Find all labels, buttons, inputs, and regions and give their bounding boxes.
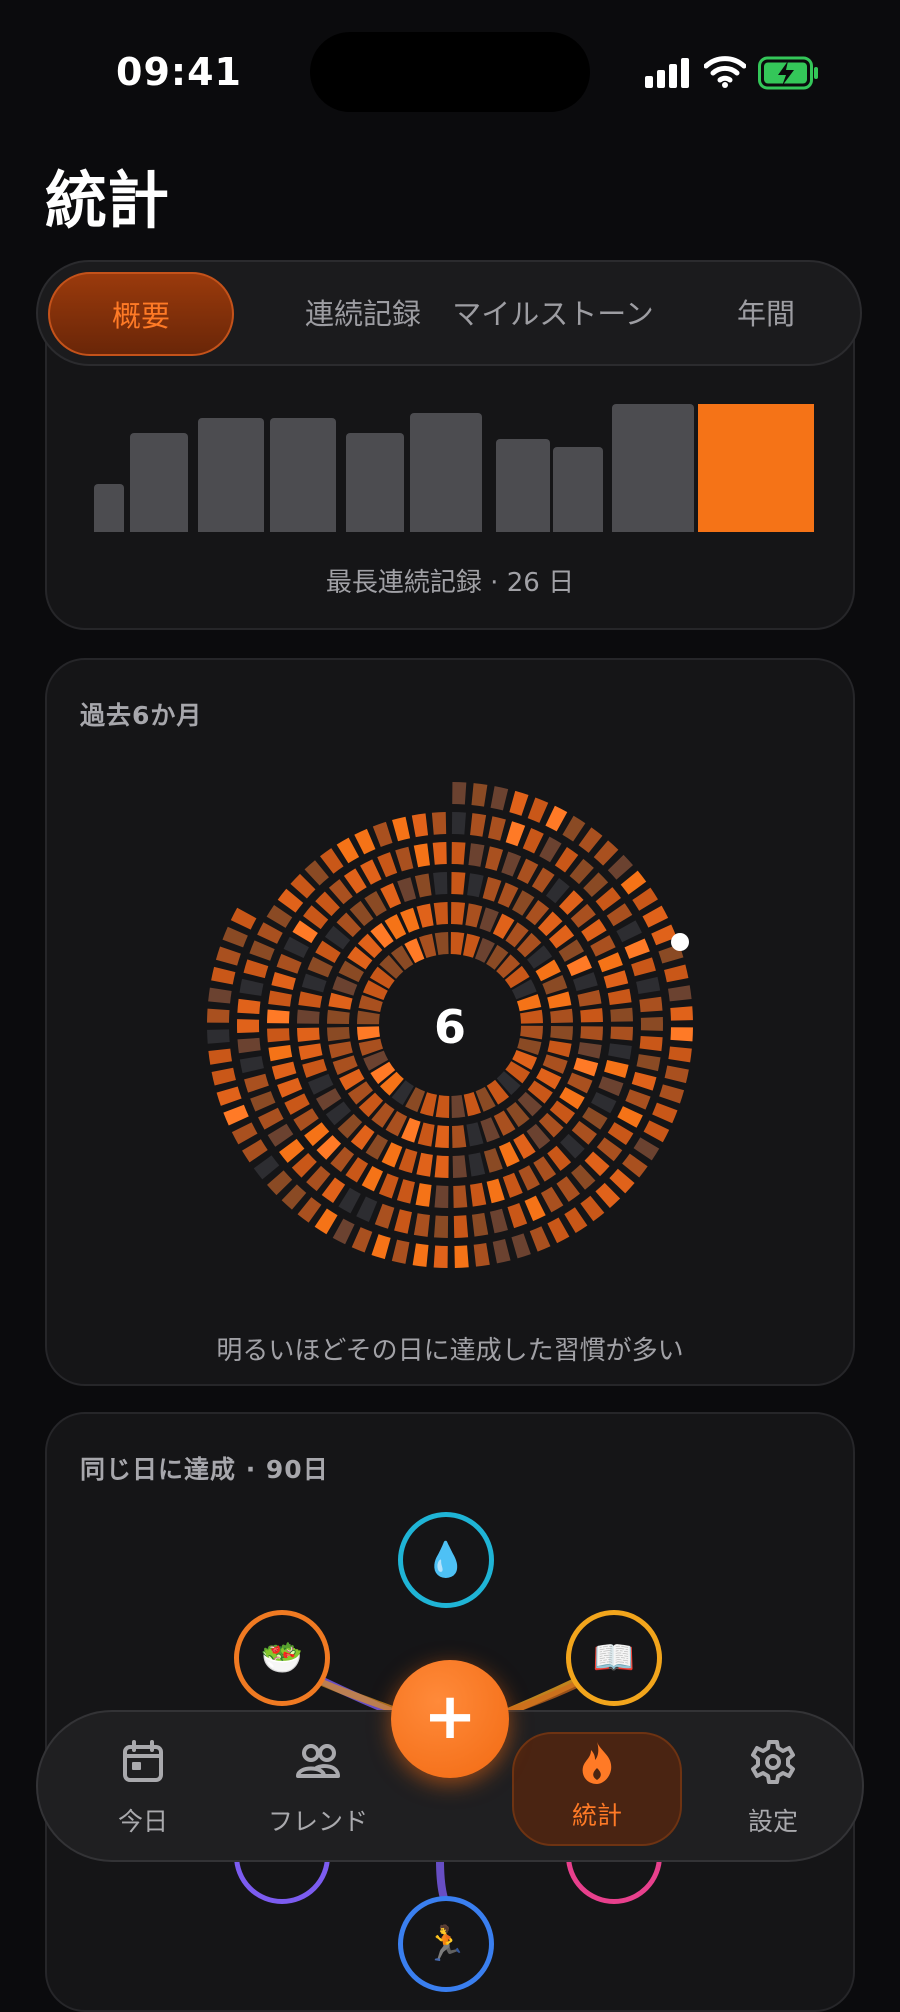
salad-icon: 🥗 [260,1638,304,1678]
habit-node-running[interactable]: 🏃 [398,1896,494,1992]
habit-node-salad[interactable]: 🥗 [234,1610,330,1706]
friends-icon [296,1744,340,1778]
nav-today[interactable]: 今日 [78,1712,208,1864]
habit-node-water[interactable]: 💧 [398,1512,494,1608]
gear-icon [751,1740,795,1784]
water-drop-icon: 💧 [424,1540,468,1580]
plus-icon: + [423,1680,477,1754]
nav-label: 今日 [117,1807,168,1836]
nav-stats[interactable]: 統計 [512,1732,682,1846]
habit-node-book[interactable]: 📖 [566,1610,662,1706]
calendar-icon [123,1740,163,1782]
nav-label: フレンド [267,1807,368,1836]
nav-label: 設定 [747,1807,798,1836]
flame-icon [582,1742,612,1784]
book-icon: 📖 [592,1638,636,1678]
running-icon: 🏃 [424,1924,468,1964]
nav-friends[interactable]: フレンド [238,1712,398,1864]
add-habit-button[interactable]: + [391,1660,509,1778]
nav-label: 統計 [571,1801,622,1830]
nav-settings[interactable]: 設定 [708,1712,838,1864]
